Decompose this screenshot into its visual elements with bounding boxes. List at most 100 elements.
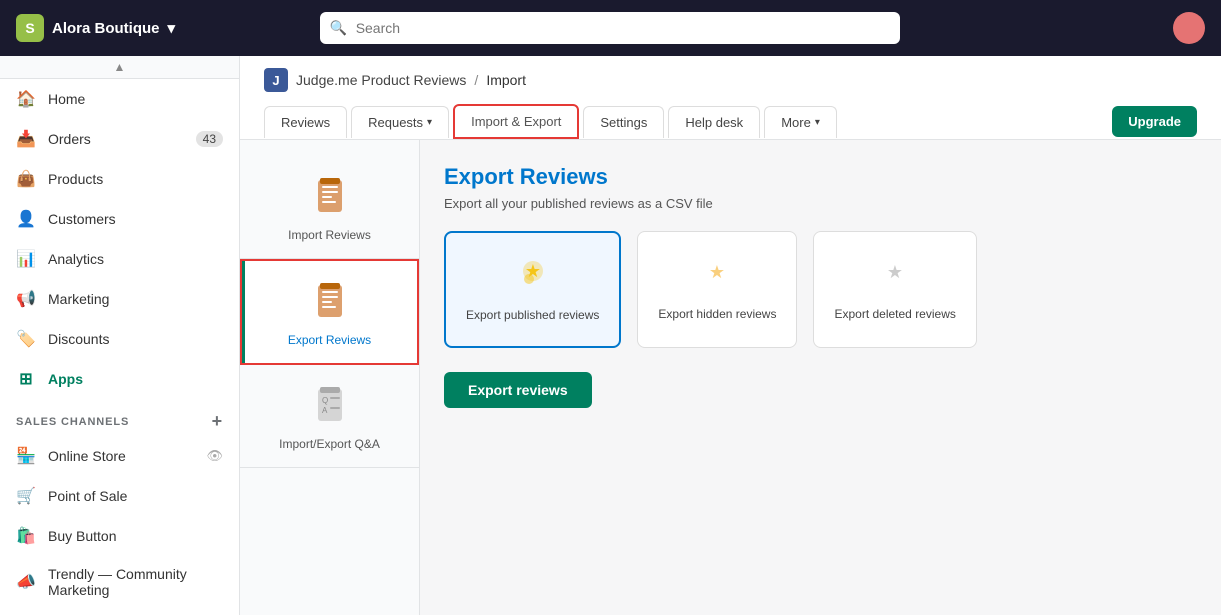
- sidebar-item-online-store[interactable]: 🏪 Online Store 👁: [0, 436, 239, 476]
- export-options: ★ Export published reviews ★: [444, 231, 1197, 348]
- sidebar-item-label: Marketing: [48, 291, 109, 307]
- import-reviews-icon: [306, 172, 354, 220]
- marketing-icon: 📢: [16, 289, 36, 309]
- apps-icon: ⊞: [16, 369, 36, 389]
- export-reviews-button[interactable]: Export reviews: [444, 372, 592, 408]
- sidebar-item-point-of-sale[interactable]: 🛒 Point of Sale: [0, 476, 239, 516]
- svg-text:★: ★: [709, 262, 725, 282]
- sidebar-item-label: Analytics: [48, 251, 104, 267]
- sidebar-item-label: Online Store: [48, 448, 126, 464]
- sidebar-item-home[interactable]: 🏠 Home: [0, 79, 239, 119]
- sidebar-item-buy-button[interactable]: 🛍️ Buy Button: [0, 516, 239, 556]
- discounts-icon: 🏷️: [16, 329, 36, 349]
- left-panel: Import Reviews Export Reviews: [240, 140, 420, 615]
- trendly-icon: 📣: [16, 572, 36, 592]
- sidebar-item-analytics[interactable]: 📊 Analytics: [0, 239, 239, 279]
- app-tabs: Reviews Requests ▾ Import & Export Setti…: [264, 104, 1197, 139]
- content-area: J Judge.me Product Reviews / Import Revi…: [240, 56, 1221, 615]
- sales-channels-section: SALES CHANNELS +: [0, 399, 239, 436]
- sidebar-item-label: Discounts: [48, 331, 109, 347]
- sidebar-item-customers[interactable]: 👤 Customers: [0, 199, 239, 239]
- export-option-published[interactable]: ★ Export published reviews: [444, 231, 621, 348]
- chevron-down-icon: ▾: [815, 117, 820, 128]
- home-icon: 🏠: [16, 89, 36, 109]
- analytics-icon: 📊: [16, 249, 36, 269]
- sidebar-item-apps[interactable]: ⊞ Apps: [0, 359, 239, 399]
- sidebar-item-discounts[interactable]: 🏷️ Discounts: [0, 319, 239, 359]
- svg-text:A: A: [322, 406, 328, 415]
- app-body: Import Reviews Export Reviews: [240, 140, 1221, 615]
- search-icon: 🔍: [330, 20, 347, 37]
- search-bar: 🔍: [320, 12, 900, 44]
- sidebar-item-marketing[interactable]: 📢 Marketing: [0, 279, 239, 319]
- export-published-label: Export published reviews: [466, 308, 599, 322]
- panel-item-import-export-qa[interactable]: Q A Import/Export Q&A: [240, 365, 419, 468]
- app-header: J Judge.me Product Reviews / Import Revi…: [240, 56, 1221, 140]
- pos-icon: 🛒: [16, 486, 36, 506]
- sidebar: ▲ 🏠 Home 📥 Orders 43 👜 Products 👤 Custom…: [0, 56, 240, 615]
- upgrade-button[interactable]: Upgrade: [1112, 106, 1197, 137]
- sales-channels-label: SALES CHANNELS: [16, 416, 129, 428]
- main-layout: ▲ 🏠 Home 📥 Orders 43 👜 Products 👤 Custom…: [0, 56, 1221, 615]
- sidebar-item-label: Buy Button: [48, 528, 117, 544]
- orders-icon: 📥: [16, 129, 36, 149]
- chevron-down-icon: ▾: [427, 117, 432, 128]
- add-channel-button[interactable]: +: [212, 411, 223, 432]
- sidebar-item-products[interactable]: 👜 Products: [0, 159, 239, 199]
- tab-settings[interactable]: Settings: [583, 106, 664, 138]
- sidebar-item-orders[interactable]: 📥 Orders 43: [0, 119, 239, 159]
- breadcrumb: J Judge.me Product Reviews / Import: [264, 68, 1197, 92]
- sidebar-item-label: Orders: [48, 131, 91, 147]
- sidebar-scroll-up[interactable]: ▲: [0, 56, 239, 79]
- brand-chevron: ▾: [168, 19, 176, 37]
- judge-me-icon: J: [264, 68, 288, 92]
- export-reviews-icon: [306, 277, 354, 325]
- panel-item-export-reviews[interactable]: Export Reviews: [240, 259, 419, 365]
- tab-requests[interactable]: Requests ▾: [351, 106, 449, 138]
- section-subtitle: Export all your published reviews as a C…: [444, 196, 1197, 211]
- breadcrumb-separator: /: [474, 72, 478, 88]
- export-option-hidden[interactable]: ★ Export hidden reviews: [637, 231, 797, 348]
- sidebar-item-label: Trendly — Community Marketing: [48, 566, 223, 598]
- avatar[interactable]: [1173, 12, 1205, 44]
- tab-help-desk[interactable]: Help desk: [668, 106, 760, 138]
- eye-icon[interactable]: 👁: [206, 448, 223, 464]
- tab-import-export[interactable]: Import & Export: [453, 104, 579, 139]
- shopify-icon: S: [16, 14, 44, 42]
- star-icon: ★: [515, 257, 551, 300]
- sidebar-item-ebay[interactable]: 🏷 eBay: [0, 608, 239, 615]
- buy-button-icon: 🛍️: [16, 526, 36, 546]
- export-hidden-label: Export hidden reviews: [658, 307, 776, 321]
- sidebar-item-label: Home: [48, 91, 85, 107]
- import-export-qa-label: Import/Export Q&A: [279, 437, 380, 451]
- import-export-qa-icon: Q A: [306, 381, 354, 429]
- panel-item-import-reviews[interactable]: Import Reviews: [240, 156, 419, 259]
- sidebar-item-label: Point of Sale: [48, 488, 127, 504]
- export-deleted-label: Export deleted reviews: [834, 307, 955, 321]
- right-content: Export Reviews Export all your published…: [420, 140, 1221, 615]
- tab-reviews[interactable]: Reviews: [264, 106, 347, 138]
- topbar: S Alora Boutique ▾ 🔍: [0, 0, 1221, 56]
- brand-logo[interactable]: S Alora Boutique ▾: [16, 14, 175, 42]
- sidebar-item-label: Products: [48, 171, 103, 187]
- sidebar-item-label: Apps: [48, 371, 83, 387]
- customers-icon: 👤: [16, 209, 36, 229]
- sidebar-item-trendly[interactable]: 📣 Trendly — Community Marketing: [0, 556, 239, 608]
- deleted-star-icon: ★: [877, 256, 913, 299]
- export-option-deleted[interactable]: ★ Export deleted reviews: [813, 231, 976, 348]
- import-reviews-label: Import Reviews: [288, 228, 371, 242]
- brand-name: Alora Boutique: [52, 20, 160, 37]
- section-title: Export Reviews: [444, 164, 1197, 190]
- breadcrumb-app: Judge.me Product Reviews: [296, 72, 466, 88]
- search-input[interactable]: [320, 12, 900, 44]
- export-reviews-label: Export Reviews: [288, 333, 371, 347]
- sidebar-item-label: Customers: [48, 211, 116, 227]
- products-icon: 👜: [16, 169, 36, 189]
- hidden-star-icon: ★: [699, 256, 735, 299]
- svg-text:★: ★: [887, 262, 903, 282]
- breadcrumb-current: Import: [486, 72, 526, 88]
- orders-badge: 43: [196, 131, 223, 147]
- svg-text:Q: Q: [322, 396, 328, 405]
- tab-more[interactable]: More ▾: [764, 106, 837, 138]
- online-store-icon: 🏪: [16, 446, 36, 466]
